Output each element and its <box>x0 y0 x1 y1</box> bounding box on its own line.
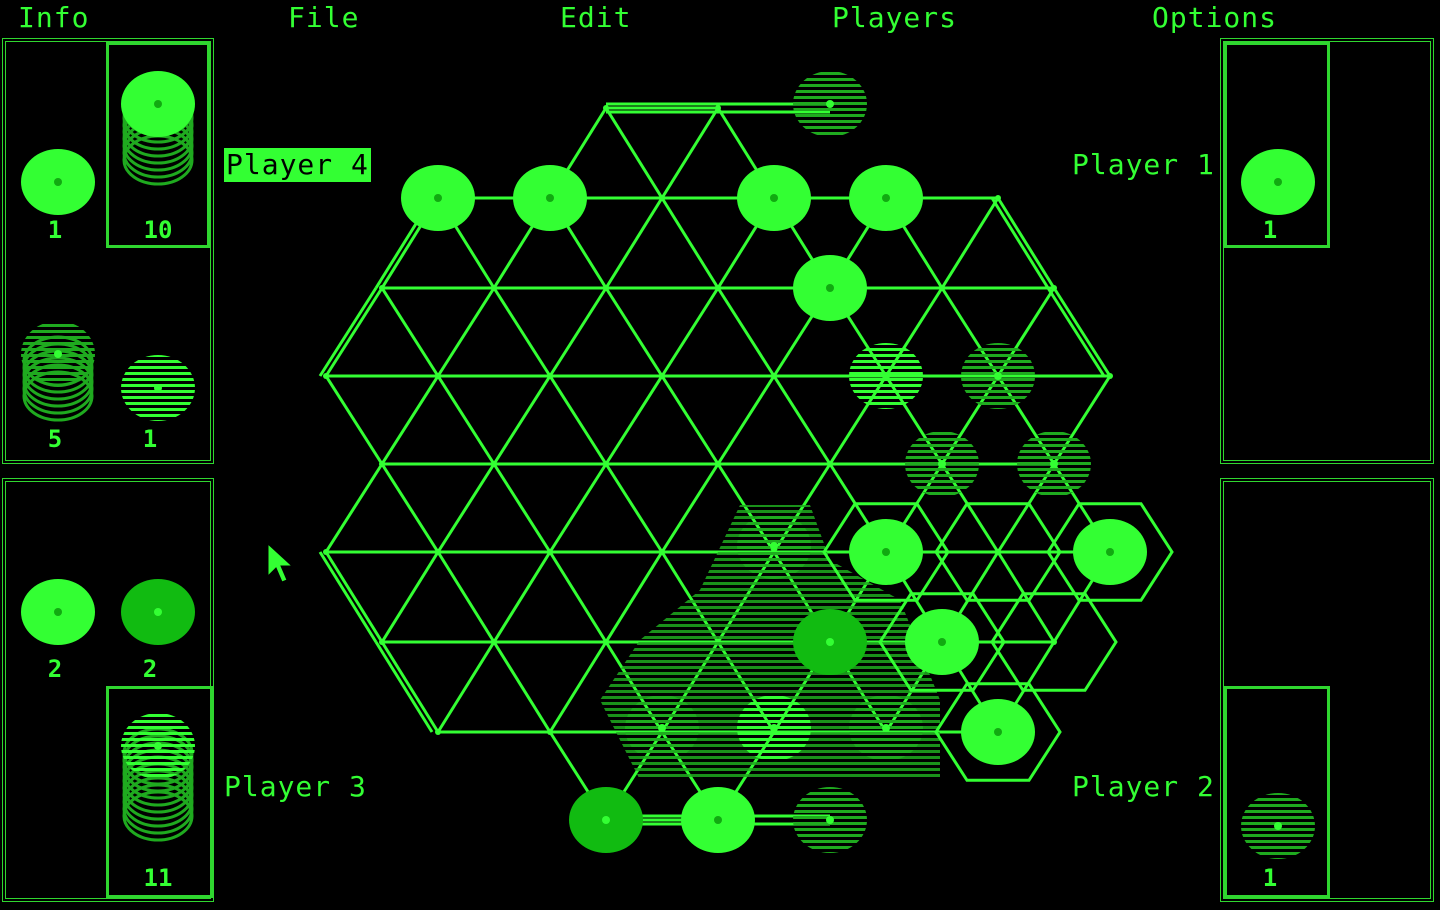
board-pieces[interactable] <box>401 71 1147 853</box>
game-piece[interactable] <box>681 787 755 853</box>
player4-reserve-count: 1 <box>47 216 63 244</box>
player4-reserve-count: 10 <box>143 216 173 244</box>
game-piece[interactable] <box>1017 431 1091 497</box>
player3-reserve-count: 2 <box>142 655 158 683</box>
game-piece[interactable] <box>513 165 587 231</box>
player4-reserve-count: 1 <box>142 425 158 453</box>
player3-label: Player 3 <box>224 770 367 803</box>
player4-label: Player 4 <box>224 148 371 182</box>
game-piece[interactable] <box>401 165 475 231</box>
game-piece[interactable] <box>849 519 923 585</box>
player2-reserve-count: 1 <box>1262 864 1278 892</box>
game-piece[interactable] <box>793 255 867 321</box>
game-piece[interactable] <box>569 787 643 853</box>
game-piece[interactable] <box>793 609 867 675</box>
game-piece[interactable] <box>961 343 1035 409</box>
game-piece[interactable] <box>737 695 811 761</box>
player2-label: Player 2 <box>1072 770 1215 803</box>
game-piece[interactable] <box>737 165 811 231</box>
player3-reserve-count: 2 <box>47 655 63 683</box>
game-piece[interactable] <box>849 165 923 231</box>
player3-reserve-count: 11 <box>143 864 173 892</box>
game-piece[interactable] <box>737 513 811 579</box>
game-piece[interactable] <box>793 71 867 137</box>
game-piece[interactable] <box>961 699 1035 765</box>
game-piece[interactable] <box>793 787 867 853</box>
game-piece[interactable] <box>625 695 699 761</box>
game-piece[interactable] <box>1073 519 1147 585</box>
game-piece[interactable] <box>849 343 923 409</box>
player4-reserve-count: 5 <box>47 425 63 453</box>
game-piece[interactable] <box>905 609 979 675</box>
player1-reserve-count: 1 <box>1262 216 1278 244</box>
game-piece[interactable] <box>849 695 923 761</box>
mouse-pointer-icon <box>267 542 294 583</box>
game-piece[interactable] <box>905 431 979 497</box>
player1-label: Player 1 <box>1072 148 1215 181</box>
